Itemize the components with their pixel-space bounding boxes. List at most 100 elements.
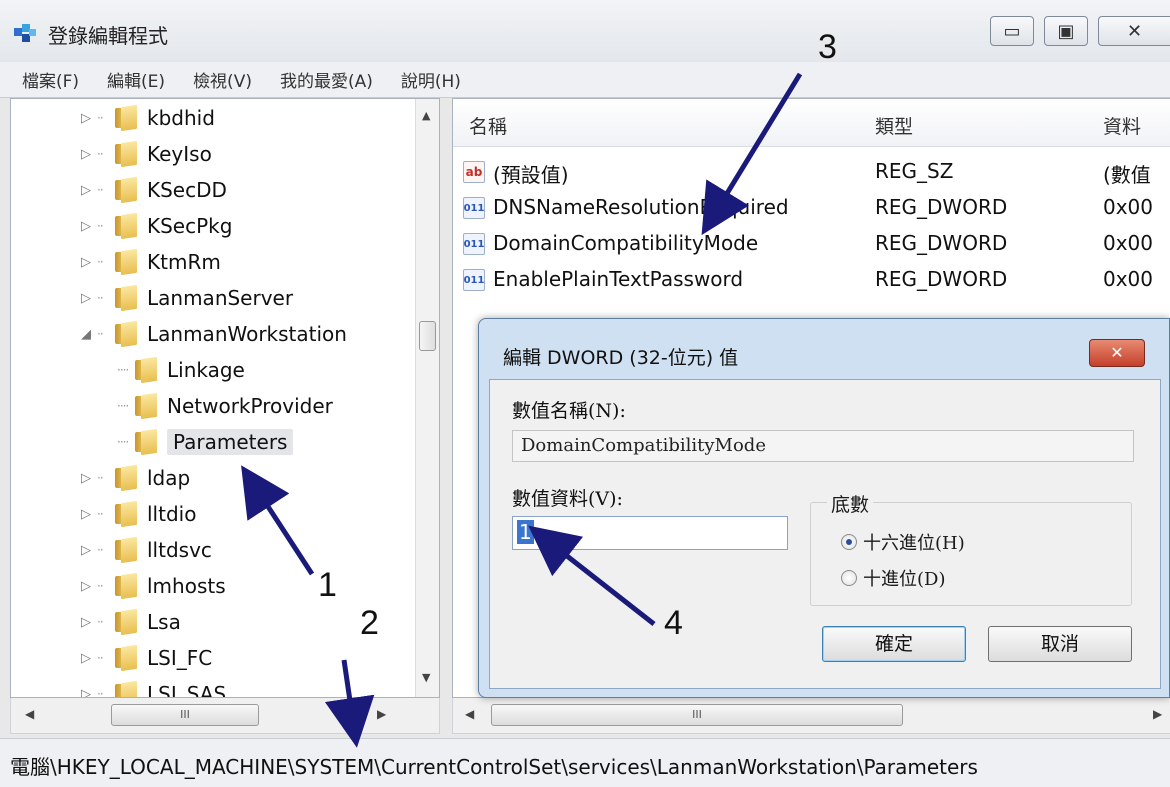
scroll-down-icon[interactable]: ▼ <box>422 671 430 684</box>
menu-help[interactable]: 說明(H) <box>401 67 461 92</box>
expand-icon[interactable]: ▷ <box>75 579 97 594</box>
list-row[interactable]: ab (預設值) REG_SZ (數值 <box>453 155 1170 189</box>
list-header: 名稱 類型 資料 <box>453 99 1170 147</box>
expand-icon[interactable]: ▷ <box>75 111 97 126</box>
scroll-right-icon[interactable]: ▶ <box>1153 707 1162 721</box>
tree-item-lltdio[interactable]: ▷ ·· lltdio <box>75 497 196 531</box>
binary-value-icon: 011 <box>463 197 485 219</box>
base-group: 底數 十六進位(H) 十進位(D) <box>810 490 1132 606</box>
menu-bar: 檔案(F) 編輯(E) 檢視(V) 我的最愛(A) 說明(H) <box>0 62 1170 98</box>
expand-icon[interactable]: ▷ <box>75 507 97 522</box>
collapse-icon[interactable]: ◢ <box>75 327 97 342</box>
registry-path: 電腦\HKEY_LOCAL_MACHINE\SYSTEM\CurrentCont… <box>10 755 978 779</box>
expand-icon[interactable]: ▷ <box>75 471 97 486</box>
string-value-icon: ab <box>463 161 485 183</box>
radio-decimal[interactable]: 十進位(D) <box>841 565 945 591</box>
folder-icon <box>133 358 161 382</box>
folder-icon <box>113 142 141 166</box>
tree-item-lsa[interactable]: ▷ ·· Lsa <box>75 605 181 639</box>
menu-edit[interactable]: 編輯(E) <box>107 67 165 92</box>
tree-item-ktmrm[interactable]: ▷ ·· KtmRm <box>75 245 221 279</box>
list-row[interactable]: 011 EnablePlainTextPassword REG_DWORD 0x… <box>453 263 1170 297</box>
radio-hexadecimal[interactable]: 十六進位(H) <box>841 529 965 555</box>
tree-item-lsi-sas[interactable]: ▷ ·· LSI_SAS <box>75 677 226 698</box>
dialog-close-button[interactable]: ✕ <box>1089 339 1145 367</box>
tree-item-lanmanserver[interactable]: ▷ ·· LanmanServer <box>75 281 293 315</box>
tree-item-parameters[interactable]: ···· Parameters <box>117 425 294 459</box>
value-data-input[interactable]: 1 <box>512 516 788 550</box>
expand-icon[interactable]: ▷ <box>75 687 97 698</box>
maximize-icon: ▣ <box>1057 20 1075 42</box>
title-bar: 登錄編輯程式 ▭ ▣ ✕ <box>0 0 1170 62</box>
scroll-left-icon[interactable]: ◀ <box>25 707 34 721</box>
list-row[interactable]: 011 DNSNameResolutionRequired REG_DWORD … <box>453 191 1170 225</box>
list-row[interactable]: 011 DomainCompatibilityMode REG_DWORD 0x… <box>453 227 1170 261</box>
folder-icon <box>113 682 141 697</box>
menu-favorites[interactable]: 我的最愛(A) <box>280 67 373 92</box>
scroll-thumb[interactable] <box>419 321 436 351</box>
expand-icon[interactable]: ▷ <box>75 615 97 630</box>
binary-value-icon: 011 <box>463 269 485 291</box>
base-label: 底數 <box>827 490 874 517</box>
tree-item-lanmanworkstation[interactable]: ◢ ·· LanmanWorkstation <box>75 317 347 351</box>
column-header-data[interactable]: 資料 <box>1103 112 1141 139</box>
tree-item-kbdhid[interactable]: ▷ ·· kbdhid <box>75 101 215 135</box>
folder-open-icon <box>113 322 141 346</box>
folder-icon <box>113 574 141 598</box>
minimize-button[interactable]: ▭ <box>990 16 1034 46</box>
list-horizontal-scrollbar[interactable]: ◀ III ▶ <box>452 698 1170 734</box>
expand-icon[interactable]: ▷ <box>75 543 97 558</box>
annotation-number-2: 2 <box>360 604 379 642</box>
annotation-number-1: 1 <box>318 566 337 604</box>
menu-view[interactable]: 檢視(V) <box>193 67 252 92</box>
ok-button[interactable]: 確定 <box>822 626 966 662</box>
cancel-button[interactable]: 取消 <box>988 626 1132 662</box>
binary-value-icon: 011 <box>463 233 485 255</box>
radio-selected-icon <box>841 534 857 550</box>
tree-item-lmhosts[interactable]: ▷ ·· lmhosts <box>75 569 226 603</box>
tree-item-lltdsvc[interactable]: ▷ ·· lltdsvc <box>75 533 212 567</box>
folder-icon <box>113 106 141 130</box>
tree-horizontal-scrollbar[interactable]: ◀ III ▶ <box>10 698 440 734</box>
expand-icon[interactable]: ▷ <box>75 255 97 270</box>
close-icon: ✕ <box>1126 20 1143 42</box>
tree-item-keyiso[interactable]: ▷ ·· KeyIso <box>75 137 212 171</box>
value-data-label: 數值資料(V): <box>512 488 623 510</box>
value-name-field: DomainCompatibilityMode <box>512 430 1134 462</box>
close-window-button[interactable]: ✕ <box>1098 16 1170 46</box>
annotation-number-4: 4 <box>664 604 683 642</box>
folder-icon <box>113 538 141 562</box>
value-name-label: 數值名稱(N): <box>512 400 626 422</box>
annotation-number-3: 3 <box>818 28 837 66</box>
dialog-title: 編輯 DWORD (32-位元) 值 <box>503 347 739 369</box>
expand-icon[interactable]: ▷ <box>75 219 97 234</box>
column-header-type[interactable]: 類型 <box>875 112 913 139</box>
menu-file[interactable]: 檔案(F) <box>22 67 79 92</box>
scroll-right-icon[interactable]: ▶ <box>377 707 386 721</box>
scroll-up-icon[interactable]: ▲ <box>422 109 430 122</box>
folder-icon <box>113 466 141 490</box>
column-header-name[interactable]: 名稱 <box>469 112 507 139</box>
folder-icon <box>113 214 141 238</box>
tree-item-linkage[interactable]: ···· Linkage <box>117 353 245 387</box>
expand-icon[interactable]: ▷ <box>75 651 97 666</box>
folder-open-icon <box>133 430 161 454</box>
folder-icon <box>113 178 141 202</box>
tree-item-ksecdd[interactable]: ▷ ·· KSecDD <box>75 173 227 207</box>
folder-icon <box>113 502 141 526</box>
tree-item-lsi-fc[interactable]: ▷ ·· LSI_FC <box>75 641 212 675</box>
expand-icon[interactable]: ▷ <box>75 291 97 306</box>
folder-icon <box>133 394 161 418</box>
scroll-left-icon[interactable]: ◀ <box>465 707 474 721</box>
tree-item-ksecpkg[interactable]: ▷ ·· KSecPkg <box>75 209 232 243</box>
maximize-button[interactable]: ▣ <box>1044 16 1088 46</box>
tree-vertical-scrollbar[interactable]: ▲ ▼ <box>415 99 439 697</box>
expand-icon[interactable]: ▷ <box>75 147 97 162</box>
folder-icon <box>113 250 141 274</box>
tree-item-ldap[interactable]: ▷ ·· ldap <box>75 461 190 495</box>
scroll-thumb[interactable]: III <box>111 704 259 726</box>
expand-icon[interactable]: ▷ <box>75 183 97 198</box>
tree-item-networkprovider[interactable]: ···· NetworkProvider <box>117 389 333 423</box>
value-data-text: 1 <box>517 520 534 544</box>
scroll-thumb[interactable]: III <box>491 704 903 726</box>
